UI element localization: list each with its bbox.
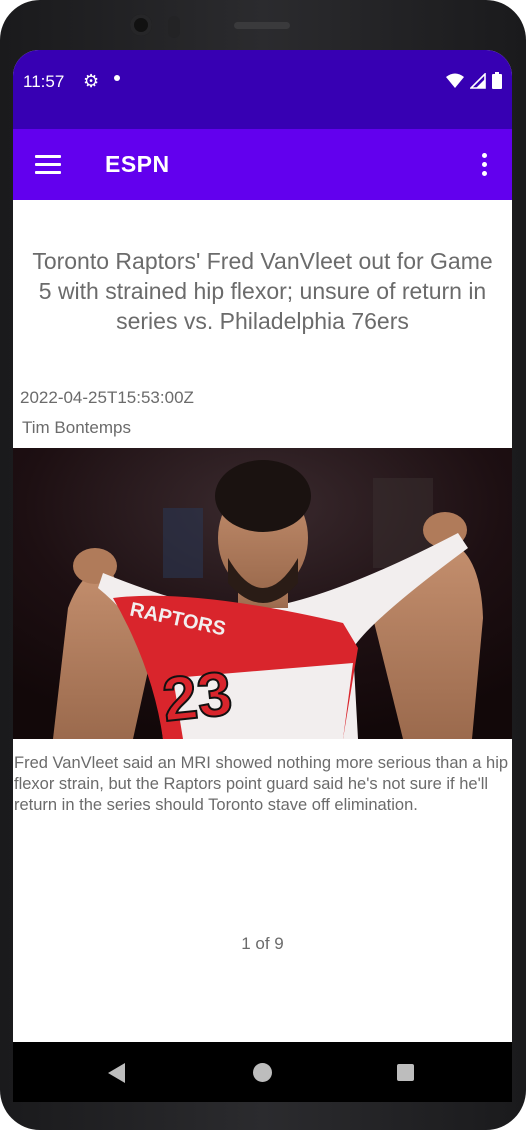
- status-icons: [446, 72, 502, 89]
- jersey-number: 23: [159, 659, 235, 735]
- page-indicator: 1 of 9: [241, 934, 284, 953]
- home-icon[interactable]: [253, 1063, 272, 1082]
- battery-icon: [492, 72, 502, 89]
- gear-icon: ⚙: [83, 71, 100, 91]
- app-title: ESPN: [105, 151, 170, 177]
- recents-icon[interactable]: [397, 1064, 414, 1081]
- app-bar: ESPN: [13, 129, 512, 200]
- menu-icon[interactable]: [35, 155, 61, 175]
- wifi-icon: [446, 73, 464, 88]
- signal-icon: [470, 72, 486, 89]
- phone-frame: 11:57 ⚙ ESPN Toronto Raptors' Fred VanVl…: [0, 0, 526, 1130]
- article-date: 2022-04-25T15:53:00Z: [20, 388, 194, 407]
- status-bar: 11:57 ⚙: [13, 50, 512, 129]
- article-image: RAPTORS 23: [13, 448, 512, 739]
- earpiece-speaker: [234, 22, 290, 29]
- notification-dot-icon: [114, 75, 120, 81]
- player-photo: RAPTORS 23: [13, 448, 512, 739]
- sensor: [168, 16, 180, 38]
- system-nav-bar: [13, 1042, 512, 1102]
- front-camera: [130, 14, 152, 36]
- article-summary: Fred VanVleet said an MRI showed nothing…: [14, 754, 509, 814]
- status-time: 11:57: [23, 72, 65, 91]
- screen: 11:57 ⚙ ESPN Toronto Raptors' Fred VanVl…: [13, 50, 512, 1102]
- article-author: Tim Bontemps: [22, 418, 131, 437]
- article-title: Toronto Raptors' Fred VanVleet out for G…: [32, 248, 493, 334]
- back-icon[interactable]: [108, 1063, 125, 1083]
- overflow-menu-icon[interactable]: [480, 153, 488, 177]
